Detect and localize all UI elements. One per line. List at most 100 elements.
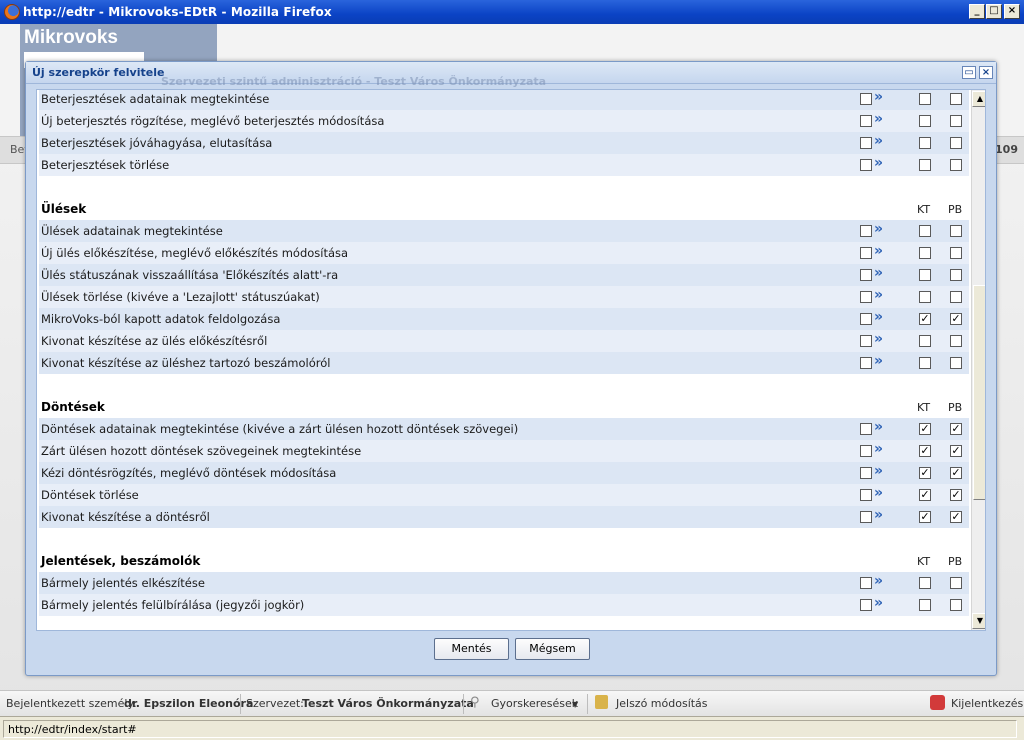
expand-icon[interactable]: » bbox=[874, 485, 883, 501]
kt-checkbox[interactable]: ✓ bbox=[919, 467, 931, 479]
pb-checkbox[interactable] bbox=[950, 335, 962, 347]
kt-checkbox[interactable] bbox=[919, 159, 931, 171]
expand-icon[interactable]: » bbox=[874, 243, 883, 259]
pb-checkbox[interactable] bbox=[950, 159, 962, 171]
pb-checkbox[interactable] bbox=[950, 93, 962, 105]
pb-checkbox[interactable]: ✓ bbox=[950, 423, 962, 435]
pb-checkbox[interactable] bbox=[950, 599, 962, 611]
expand-icon[interactable]: » bbox=[874, 287, 883, 303]
cancel-button[interactable]: Mégsem bbox=[515, 638, 590, 660]
kt-checkbox[interactable]: ✓ bbox=[919, 445, 931, 457]
permission-label: Bármely jelentés elkészítése bbox=[41, 576, 205, 590]
pb-checkbox[interactable] bbox=[950, 115, 962, 127]
permission-checkbox[interactable] bbox=[860, 335, 872, 347]
permission-checkbox[interactable] bbox=[860, 159, 872, 171]
permission-checkbox[interactable] bbox=[860, 247, 872, 259]
password-change-link[interactable]: Jelszó módosítás bbox=[616, 697, 708, 710]
background-window-title: Szervezeti szintű adminisztráció - Teszt… bbox=[161, 75, 547, 88]
permission-row: Új beterjesztés rögzítése, meglévő beter… bbox=[39, 110, 969, 132]
pb-checkbox[interactable]: ✓ bbox=[950, 511, 962, 523]
background-count: 109 bbox=[995, 143, 1018, 156]
close-window-button[interactable]: × bbox=[1004, 4, 1020, 19]
kt-checkbox[interactable] bbox=[919, 247, 931, 259]
scroll-down-button[interactable]: ▼ bbox=[972, 613, 985, 629]
permission-checkbox[interactable] bbox=[860, 313, 872, 325]
kt-checkbox[interactable] bbox=[919, 291, 931, 303]
close-dialog-icon[interactable]: × bbox=[979, 66, 993, 79]
kt-checkbox[interactable] bbox=[919, 357, 931, 369]
pb-checkbox[interactable]: ✓ bbox=[950, 467, 962, 479]
permission-checkbox[interactable] bbox=[860, 423, 872, 435]
permission-checkbox[interactable] bbox=[860, 577, 872, 589]
permission-checkbox[interactable] bbox=[860, 467, 872, 479]
kt-checkbox[interactable]: ✓ bbox=[919, 423, 931, 435]
logout-link[interactable]: Kijelentkezés bbox=[951, 697, 1023, 710]
pb-checkbox[interactable]: ✓ bbox=[950, 445, 962, 457]
permission-checkbox[interactable] bbox=[860, 115, 872, 127]
quick-search-menu[interactable]: Gyorskeresések bbox=[491, 697, 578, 710]
permission-checkbox[interactable] bbox=[860, 269, 872, 281]
kt-checkbox[interactable]: ✓ bbox=[919, 511, 931, 523]
permission-checkbox[interactable] bbox=[860, 291, 872, 303]
kt-checkbox[interactable] bbox=[919, 115, 931, 127]
minimize-window-button[interactable]: _ bbox=[969, 4, 985, 19]
expand-icon[interactable]: » bbox=[874, 155, 883, 171]
expand-icon[interactable]: » bbox=[874, 441, 883, 457]
power-icon bbox=[930, 695, 945, 710]
permission-checkbox[interactable] bbox=[860, 511, 872, 523]
kt-checkbox[interactable] bbox=[919, 225, 931, 237]
kt-checkbox[interactable] bbox=[919, 269, 931, 281]
kt-checkbox[interactable]: ✓ bbox=[919, 313, 931, 325]
permission-checkbox[interactable] bbox=[860, 137, 872, 149]
pb-checkbox[interactable] bbox=[950, 247, 962, 259]
kt-checkbox[interactable] bbox=[919, 137, 931, 149]
vertical-scrollbar[interactable]: ▲ ▼ bbox=[971, 90, 985, 630]
pb-checkbox[interactable]: ✓ bbox=[950, 313, 962, 325]
expand-icon[interactable]: » bbox=[874, 309, 883, 325]
expand-icon[interactable]: » bbox=[874, 595, 883, 611]
save-button[interactable]: Mentés bbox=[434, 638, 509, 660]
permission-label: Ülések adatainak megtekintése bbox=[41, 224, 223, 238]
expand-icon[interactable]: » bbox=[874, 133, 883, 149]
dialog-title: Új szerepkör felvitele bbox=[32, 66, 165, 79]
pb-checkbox[interactable] bbox=[950, 577, 962, 589]
section-title: Ülések bbox=[41, 202, 87, 216]
expand-icon[interactable]: » bbox=[874, 331, 883, 347]
expand-icon[interactable]: » bbox=[874, 221, 883, 237]
permission-checkbox[interactable] bbox=[860, 445, 872, 457]
scroll-thumb[interactable] bbox=[973, 285, 985, 500]
permission-checkbox[interactable] bbox=[860, 599, 872, 611]
expand-icon[interactable]: » bbox=[874, 111, 883, 127]
kt-checkbox[interactable] bbox=[919, 93, 931, 105]
pb-checkbox[interactable] bbox=[950, 137, 962, 149]
maximize-window-button[interactable]: □ bbox=[986, 4, 1002, 19]
permission-checkbox[interactable] bbox=[860, 489, 872, 501]
kt-checkbox[interactable] bbox=[919, 599, 931, 611]
permission-checkbox[interactable] bbox=[860, 93, 872, 105]
pb-checkbox[interactable] bbox=[950, 269, 962, 281]
new-role-dialog: Új szerepkör felvitele ▭ × Szervezeti sz… bbox=[25, 61, 997, 676]
permission-checkbox[interactable] bbox=[860, 225, 872, 237]
expand-icon[interactable]: » bbox=[874, 463, 883, 479]
kt-checkbox[interactable] bbox=[919, 577, 931, 589]
expand-icon[interactable]: » bbox=[874, 419, 883, 435]
expand-icon[interactable]: » bbox=[874, 265, 883, 281]
kt-checkbox[interactable]: ✓ bbox=[919, 489, 931, 501]
permission-checkbox[interactable] bbox=[860, 357, 872, 369]
section-header: Ülések KT PB bbox=[39, 198, 969, 220]
permission-row: Kivonat készítése az üléshez tartozó bes… bbox=[39, 352, 969, 374]
kt-checkbox[interactable] bbox=[919, 335, 931, 347]
pb-checkbox[interactable] bbox=[950, 357, 962, 369]
section-title: Döntések bbox=[41, 400, 105, 414]
expand-icon[interactable]: » bbox=[874, 573, 883, 589]
pb-checkbox[interactable]: ✓ bbox=[950, 489, 962, 501]
pb-checkbox[interactable] bbox=[950, 225, 962, 237]
permission-row: Kivonat készítése a döntésről » ✓ ✓ bbox=[39, 506, 969, 528]
scroll-up-button[interactable]: ▲ bbox=[972, 91, 985, 107]
expand-icon[interactable]: » bbox=[874, 90, 883, 105]
pb-checkbox[interactable] bbox=[950, 291, 962, 303]
maximize-dialog-icon[interactable]: ▭ bbox=[962, 66, 976, 79]
expand-icon[interactable]: » bbox=[874, 353, 883, 369]
expand-icon[interactable]: » bbox=[874, 507, 883, 523]
